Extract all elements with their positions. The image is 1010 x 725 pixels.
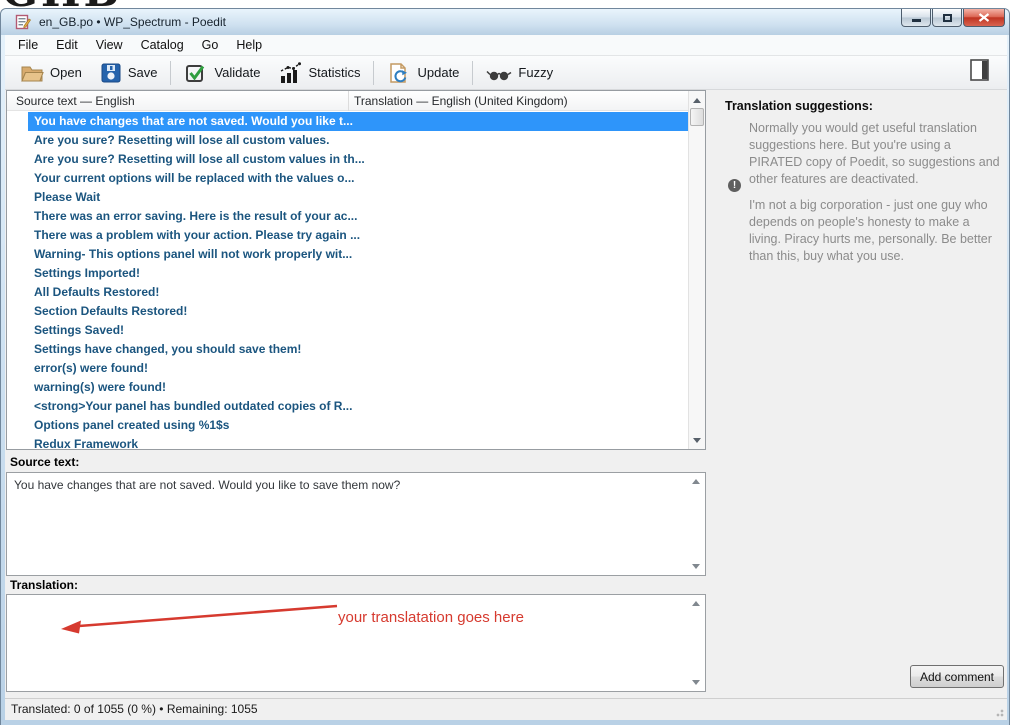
validate-check-icon: [184, 62, 208, 84]
window-controls: [900, 9, 1005, 27]
menu-file[interactable]: File: [9, 36, 47, 54]
list-item[interactable]: There was an error saving. Here is the r…: [28, 207, 688, 226]
list-item[interactable]: All Defaults Restored!: [28, 283, 688, 302]
source-text-box: You have changes that are not saved. Wou…: [6, 472, 706, 576]
minimize-button[interactable]: [901, 9, 931, 27]
main-area: Source text — English Translation — Engl…: [5, 90, 1007, 698]
minimize-icon: [912, 19, 921, 22]
translation-scrollbar[interactable]: [688, 596, 704, 690]
list-scrollbar[interactable]: [688, 91, 705, 449]
column-source-text[interactable]: Source text — English: [16, 94, 135, 108]
fuzzy-label: Fuzzy: [518, 65, 553, 80]
scroll-up-icon[interactable]: [692, 601, 700, 606]
status-bar: Translated: 0 of 1055 (0 %) • Remaining:…: [5, 698, 1007, 720]
sidebar-toggle-button[interactable]: [969, 58, 991, 87]
toolbar-separator: [170, 61, 171, 85]
suggestions-title: Translation suggestions:: [725, 99, 873, 113]
update-label: Update: [417, 65, 459, 80]
suggestions-paragraph-2: I'm not a big corporation - just one guy…: [749, 197, 1001, 265]
list-item[interactable]: There was a problem with your action. Pl…: [28, 226, 688, 245]
menu-go[interactable]: Go: [193, 36, 228, 54]
fuzzy-button[interactable]: Fuzzy: [477, 60, 562, 86]
poedit-document-icon: [15, 14, 31, 30]
menu-edit[interactable]: Edit: [47, 36, 87, 54]
scroll-up-icon[interactable]: [692, 479, 700, 484]
list-item[interactable]: Settings Saved!: [28, 321, 688, 340]
scroll-down-icon[interactable]: [692, 564, 700, 569]
maximize-icon: [943, 14, 952, 22]
clipped-background-text: GHB: [2, 0, 122, 8]
source-text-label: Source text:: [10, 455, 79, 469]
menu-view[interactable]: View: [87, 36, 132, 54]
list-item[interactable]: <strong>Your panel has bundled outdated …: [28, 397, 688, 416]
suggestions-paragraph-1: Normally you would get useful translatio…: [749, 120, 1001, 188]
list-item[interactable]: Are you sure? Resetting will lose all cu…: [28, 150, 688, 169]
toolbar-separator: [373, 61, 374, 85]
source-text-value: You have changes that are not saved. Wou…: [14, 478, 681, 492]
alert-exclamation-icon: [728, 179, 741, 192]
list-item[interactable]: Redux Framework: [28, 435, 688, 448]
source-scrollbar[interactable]: [688, 474, 704, 574]
save-button[interactable]: Save: [91, 59, 167, 87]
save-label: Save: [128, 65, 158, 80]
list-item[interactable]: Warning- This options panel will not wor…: [28, 245, 688, 264]
scroll-down-icon[interactable]: [692, 680, 700, 685]
list-item[interactable]: Your current options will be replaced wi…: [28, 169, 688, 188]
list-item[interactable]: Section Defaults Restored!: [28, 302, 688, 321]
list-item[interactable]: Settings have changed, you should save t…: [28, 340, 688, 359]
resize-grip[interactable]: [992, 705, 1004, 717]
list-item[interactable]: Please Wait: [28, 188, 688, 207]
list-item[interactable]: Are you sure? Resetting will lose all cu…: [28, 131, 688, 150]
update-button[interactable]: Update: [378, 59, 468, 87]
open-label: Open: [50, 65, 82, 80]
suggestions-sidebar: Translation suggestions: Normally you wo…: [707, 90, 1007, 698]
list-item[interactable]: Options panel created using %1$s: [28, 416, 688, 435]
poedit-window: en_GB.po • WP_Spectrum - Poedit File Edi…: [0, 8, 1010, 725]
scrollbar-thumb[interactable]: [690, 108, 704, 126]
menu-help[interactable]: Help: [227, 36, 271, 54]
translation-label: Translation:: [10, 578, 78, 592]
open-button[interactable]: Open: [11, 59, 91, 87]
add-comment-button[interactable]: Add comment: [910, 665, 1004, 688]
fuzzy-glasses-icon: [486, 63, 512, 83]
update-refresh-icon: [387, 62, 411, 84]
translation-list: Source text — English Translation — Engl…: [6, 90, 706, 450]
list-rows: You have changes that are not saved. Wou…: [8, 112, 688, 448]
validate-button[interactable]: Validate: [175, 59, 269, 87]
maximize-button[interactable]: [932, 9, 962, 27]
menu-bar: File Edit View Catalog Go Help: [5, 35, 1007, 56]
menu-catalog[interactable]: Catalog: [132, 36, 193, 54]
close-icon: [978, 13, 990, 22]
column-translation[interactable]: Translation — English (United Kingdom): [354, 94, 568, 108]
list-item[interactable]: You have changes that are not saved. Wou…: [28, 112, 688, 131]
status-text: Translated: 0 of 1055 (0 %) • Remaining:…: [11, 702, 258, 716]
toolbar-separator: [472, 61, 473, 85]
list-header: Source text — English Translation — Engl…: [7, 91, 688, 111]
validate-label: Validate: [214, 65, 260, 80]
scroll-down-icon[interactable]: [689, 432, 705, 448]
close-button[interactable]: [963, 9, 1005, 27]
list-item[interactable]: warning(s) were found!: [28, 378, 688, 397]
title-bar[interactable]: en_GB.po • WP_Spectrum - Poedit: [1, 9, 1009, 35]
statistics-label: Statistics: [308, 65, 360, 80]
sidebar-toggle-icon: [969, 58, 991, 82]
translation-input[interactable]: your translatation goes here: [6, 594, 706, 692]
list-item[interactable]: error(s) were found!: [28, 359, 688, 378]
annotation-text: your translatation goes here: [338, 609, 524, 626]
statistics-button[interactable]: Statistics: [269, 59, 369, 87]
toolbar: Open Save Validate: [5, 56, 1007, 90]
column-divider[interactable]: [348, 91, 349, 111]
save-floppy-icon: [100, 62, 122, 84]
scroll-up-icon[interactable]: [689, 92, 705, 108]
open-folder-icon: [20, 62, 44, 84]
list-item[interactable]: Settings Imported!: [28, 264, 688, 283]
statistics-chart-icon: [278, 62, 302, 84]
window-title: en_GB.po • WP_Spectrum - Poedit: [39, 15, 226, 29]
